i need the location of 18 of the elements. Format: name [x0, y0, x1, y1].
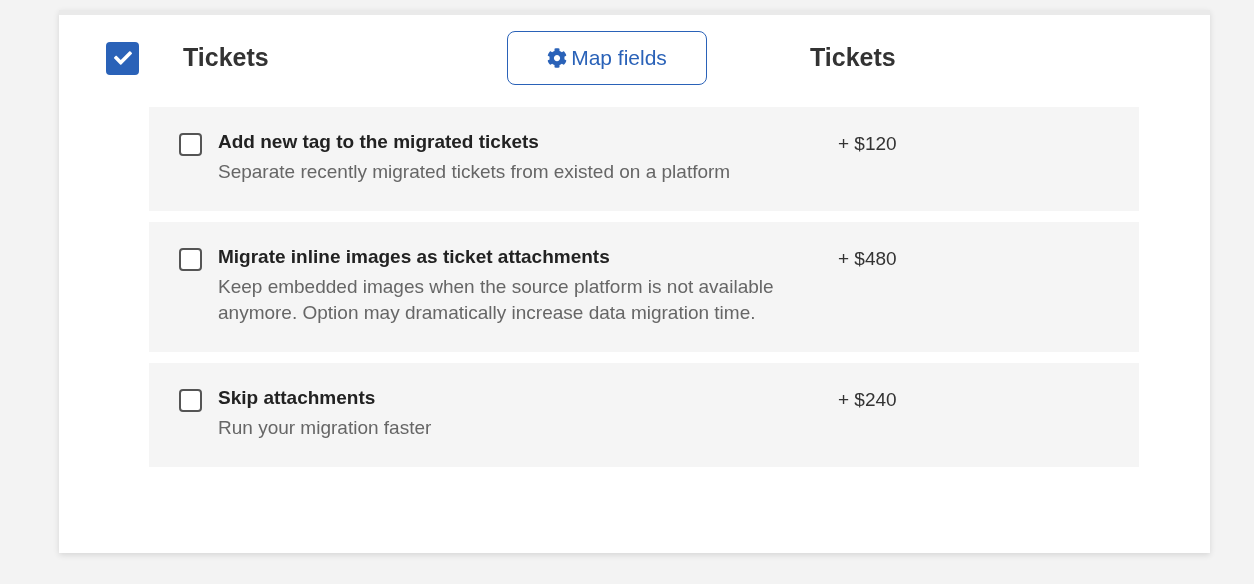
- option-checkbox[interactable]: [179, 133, 202, 156]
- option-checkbox[interactable]: [179, 248, 202, 271]
- option-description: Separate recently migrated tickets from existed on a platform: [218, 160, 732, 184]
- option-description: Run your migration faster: [218, 416, 433, 440]
- option-price: + $240: [838, 388, 897, 412]
- settings-icon: [547, 48, 568, 68]
- option-title: Add new tag to the migrated tickets: [218, 130, 540, 154]
- section-title: Tickets: [183, 42, 270, 74]
- target-title: Tickets: [810, 42, 896, 74]
- option-title: Skip attachments: [218, 386, 377, 410]
- option-checkbox[interactable]: [179, 389, 202, 412]
- check-icon: [113, 49, 132, 67]
- option-price: + $120: [838, 132, 897, 156]
- option-title: Migrate inline images as ticket attachments: [218, 245, 611, 269]
- section-checkbox[interactable]: [106, 41, 139, 75]
- option-price: + $480: [838, 247, 897, 271]
- option-description: Keep embedded images when the source platform is not available anymore. Option may dramatically increase data migration time.: [218, 275, 775, 325]
- map-fields-button[interactable]: Map fields: [507, 31, 707, 85]
